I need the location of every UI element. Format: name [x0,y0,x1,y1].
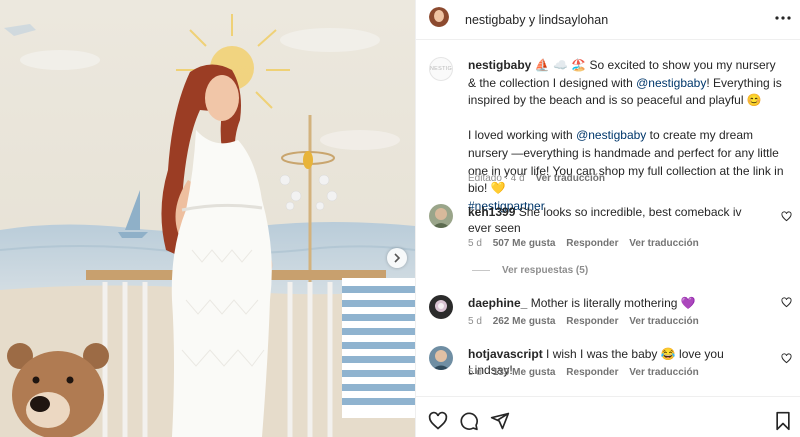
avatar-image [429,346,453,370]
header-usernames[interactable]: nestigbaby y lindsaylohan [465,13,608,27]
avatar-image [429,204,453,228]
nursery-photo-illustration [0,0,415,437]
brand-avatar[interactable]: NESTIG [429,57,453,81]
comments-area[interactable]: NESTIG nestigbaby ⛵ ☁️ 🏖️ So excited to … [416,41,800,396]
comment-likes[interactable]: 262 Me gusta [493,316,556,327]
more-options-icon[interactable] [773,11,793,25]
comment-reply-button[interactable]: Responder [566,367,618,378]
avatar-image [429,7,449,27]
caption-meta: Editado · 4 d Ver traducción [468,173,605,184]
caption-translate-link[interactable]: Ver traducción [536,173,605,184]
comment-likes[interactable]: 507 Me gusta [493,238,556,249]
heart-icon[interactable] [781,211,792,222]
avatar-image [429,295,453,319]
header-avatar[interactable] [429,7,449,27]
comment-avatar[interactable] [429,204,453,228]
comment-likes[interactable]: 139 Me gusta [493,367,556,378]
comment-text-block: keh1399 She looks so incredible, best co… [468,204,768,236]
bookmark-icon[interactable] [773,411,793,431]
view-replies-button[interactable]: Ver respuestas (5) [472,265,588,276]
next-image-button[interactable] [387,248,407,268]
post-header: nestigbaby y lindsaylohan [416,0,800,40]
brand-avatar-text: NESTIG [429,66,453,72]
caption-username[interactable]: nestigbaby [468,58,531,72]
post-photo[interactable] [0,0,415,437]
post-side-panel: nestigbaby y lindsaylohan NESTIG nestigb… [415,0,800,437]
comment-meta: 5 d 139 Me gusta Responder Ver traducció… [468,367,699,378]
heart-icon[interactable] [781,297,792,308]
comment-text-block: daephine_ Mother is literally mothering … [468,295,768,311]
post-caption: nestigbaby ⛵ ☁️ 🏖️ So excited to show yo… [468,57,786,215]
replies-divider [472,269,490,271]
post-action-bar [416,396,800,437]
comment-translate-link[interactable]: Ver traducción [629,367,698,378]
comment-age: 5 d [468,316,482,327]
comment-age: 5 d [468,367,482,378]
comment-text: Mother is literally mothering 💜 [530,296,696,310]
heart-icon[interactable] [428,411,448,431]
caption-text-2: I loved working with [468,128,573,143]
caption-mention-1[interactable]: @nestigbaby [636,76,706,90]
comment-age: 5 d [468,238,482,249]
comment-reply-button[interactable]: Responder [566,238,618,249]
caption-emojis: ⛵ ☁️ 🏖️ [534,58,587,72]
view-replies-label: Ver respuestas (5) [502,265,589,276]
comment-meta: 5 d 262 Me gusta Responder Ver traducció… [468,316,699,327]
comment-username[interactable]: daephine_ [468,296,527,310]
comment-username[interactable]: keh1399 [468,205,515,219]
comment-translate-link[interactable]: Ver traducción [629,238,698,249]
comment-avatar[interactable] [429,295,453,319]
comment-avatar[interactable] [429,346,453,370]
comment-translate-link[interactable]: Ver traducción [629,316,698,327]
heart-icon[interactable] [781,353,792,364]
caption-edited: Editado · 4 d [468,173,525,184]
caption-mention-2[interactable]: @nestigbaby [576,128,646,142]
chevron-right-icon [394,253,401,263]
comment-meta: 5 d 507 Me gusta Responder Ver traducció… [468,238,699,249]
comment-icon[interactable] [459,411,479,431]
comment-username[interactable]: hotjavascript [468,347,543,361]
comment-reply-button[interactable]: Responder [566,316,618,327]
share-icon[interactable] [490,411,510,431]
